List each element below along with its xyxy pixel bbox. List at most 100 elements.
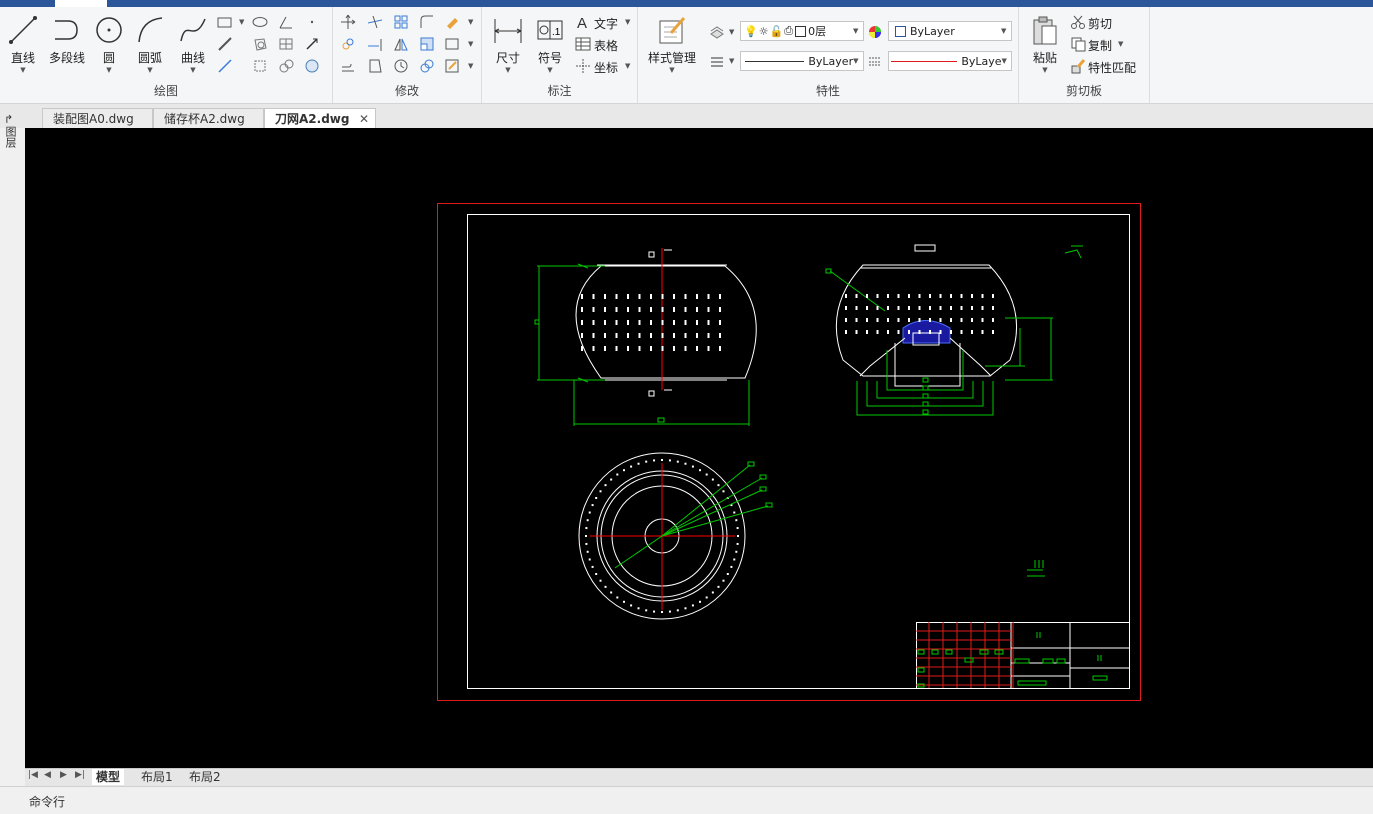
clipboard-group-label: 剪切板 [1065, 84, 1102, 98]
copy-label[interactable]: 复制 [1088, 37, 1112, 54]
ribbon: 直线 ▼ 多段线 圆 ▼ 圆弧 ▼ 曲线 ▼ ▼ 绘图 ▼ ▼ ▼ 修改 尺寸 … [0, 7, 1373, 104]
linetype-value: ByLayer [808, 54, 854, 68]
coordinate-label[interactable]: 坐标 [594, 59, 618, 76]
paste-button[interactable]: 粘贴 ▼ [1027, 13, 1063, 74]
copy-icon[interactable] [1069, 35, 1087, 53]
scale-icon[interactable] [418, 35, 436, 53]
paste-label: 粘贴 [1032, 51, 1057, 65]
lineweight-icon[interactable] [866, 52, 884, 70]
tab-storage-cup[interactable]: 储存杯A2.dwg [153, 108, 264, 128]
angle-icon[interactable] [277, 13, 295, 31]
match-properties-label[interactable]: 特性匹配 [1088, 59, 1136, 76]
lock-icon: 🔓 [769, 24, 784, 38]
linetype-combo[interactable]: ByLayer ▼ [740, 51, 864, 71]
scissors-icon[interactable] [1069, 13, 1087, 31]
style-manager-button[interactable]: 样式管理 ▼ [644, 13, 700, 74]
side-panel: ↱ 图层 [0, 114, 25, 768]
color-square-icon [895, 25, 906, 37]
color-combo[interactable]: ByLayer ▼ [888, 21, 1012, 41]
match-properties-icon[interactable] [1069, 57, 1087, 75]
symbol-icon: .1 [537, 20, 563, 40]
properties-group: 样式管理 ▼ ▼ 💡 ☼ 🔓 ⎙ 0层 ▼ ByLayer ▼ ▼ ByLaye… [638, 7, 1019, 103]
boundary-icon[interactable] [251, 57, 269, 75]
svg-text:.1: .1 [552, 27, 561, 38]
dimension-button[interactable]: 尺寸 ▼ [490, 13, 526, 74]
offset-icon[interactable] [339, 57, 357, 75]
join-icon[interactable] [392, 57, 410, 75]
next-layout-icon[interactable]: ▶ [60, 770, 67, 780]
properties-group-label: 特性 [815, 84, 840, 98]
cut-label[interactable]: 剪切 [1088, 15, 1112, 32]
trim-icon[interactable] [366, 13, 384, 31]
layer-states-icon[interactable] [708, 23, 726, 41]
fillet-icon[interactable] [418, 13, 436, 31]
command-line-label: 命令行 [29, 795, 66, 809]
section-dims [825, 245, 1083, 416]
draw-group: 直线 ▼ 多段线 圆 ▼ 圆弧 ▼ 曲线 ▼ ▼ 绘图 [0, 7, 333, 103]
cad-drawing[interactable] [25, 128, 1373, 768]
tab-assembly[interactable]: 装配图A0.dwg [42, 108, 153, 128]
lineweight-list-icon[interactable] [708, 52, 726, 70]
polyline-icon [55, 20, 78, 40]
rotate-icon[interactable] [339, 35, 357, 53]
tab-layout2-label: 布局2 [189, 770, 221, 784]
home-tab[interactable] [55, 0, 107, 7]
command-line[interactable]: 命令行 [0, 786, 1373, 814]
hatch-icon[interactable] [277, 35, 295, 53]
tab-model[interactable]: 模型 [92, 769, 125, 785]
curve-button[interactable]: 曲线 ▼ [173, 13, 213, 74]
polyline-button[interactable]: 多段线 [44, 13, 90, 66]
close-icon[interactable]: ✕ [359, 109, 369, 129]
sun-icon: ☼ [758, 24, 769, 38]
layer-panel-toggle[interactable]: ↱ 图层 [4, 114, 20, 151]
line-button[interactable]: 直线 ▼ [4, 13, 42, 74]
first-layout-icon[interactable]: |◀ [28, 770, 38, 780]
table-icon[interactable] [574, 35, 592, 53]
dimension-label: 尺寸 [495, 51, 520, 65]
tab-layout2[interactable]: 布局2 [185, 769, 225, 785]
array-icon[interactable] [392, 13, 410, 31]
panel-arrow-icon: ↱ [4, 113, 14, 126]
construction-line-icon[interactable] [216, 35, 234, 53]
symbol-button[interactable]: .1 符号 ▼ [532, 13, 568, 74]
style-manager-icon [659, 17, 686, 44]
erase-icon[interactable] [443, 13, 461, 31]
prev-layout-icon[interactable]: ◀ [44, 770, 51, 780]
arc-button[interactable]: 圆弧 ▼ [130, 13, 170, 74]
printer-icon: ⎙ [784, 24, 794, 37]
text-icon[interactable]: A [574, 13, 592, 31]
stretch-icon[interactable] [443, 35, 461, 53]
text-label[interactable]: 文字 [594, 15, 618, 32]
revcloud-icon[interactable] [303, 57, 321, 75]
coordinate-icon[interactable] [574, 57, 592, 75]
edit-props-icon[interactable] [443, 57, 461, 75]
xline-icon[interactable] [216, 57, 234, 75]
line-label: 直线 [10, 51, 35, 65]
layer-combo[interactable]: 💡 ☼ 🔓 ⎙ 0层 ▼ [740, 21, 864, 41]
last-layout-icon[interactable]: ▶| [75, 770, 85, 780]
move-icon[interactable] [339, 13, 357, 31]
circle-button[interactable]: 圆 ▼ [92, 13, 126, 74]
lineweight-sample [891, 60, 958, 62]
explode-icon[interactable] [366, 57, 384, 75]
svg-text:A: A [577, 15, 587, 30]
ray-icon[interactable] [303, 35, 321, 53]
document-tabs: 装配图A0.dwg 储存杯A2.dwg 刀网A2.dwg ✕ [0, 104, 1373, 129]
drawing-canvas[interactable] [25, 128, 1373, 768]
region-icon[interactable] [251, 35, 269, 53]
mirror-icon[interactable] [392, 35, 410, 53]
arc-icon [138, 17, 163, 43]
tab-cutter-mesh[interactable]: 刀网A2.dwg ✕ [264, 108, 376, 128]
ellipse-icon[interactable] [251, 13, 269, 31]
copy-entity-icon[interactable] [418, 57, 436, 75]
point-icon[interactable] [303, 13, 321, 31]
lineweight-combo[interactable]: ByLaye ▼ [888, 51, 1012, 71]
donut-icon[interactable] [277, 57, 295, 75]
tab-layout1[interactable]: 布局1 [137, 769, 177, 785]
front-view [575, 248, 757, 397]
color-wheel-icon[interactable] [866, 23, 884, 41]
top-leaders [614, 461, 773, 569]
extend-icon[interactable] [366, 35, 384, 53]
rectangle-icon[interactable] [216, 13, 234, 31]
table-label[interactable]: 表格 [594, 37, 618, 54]
